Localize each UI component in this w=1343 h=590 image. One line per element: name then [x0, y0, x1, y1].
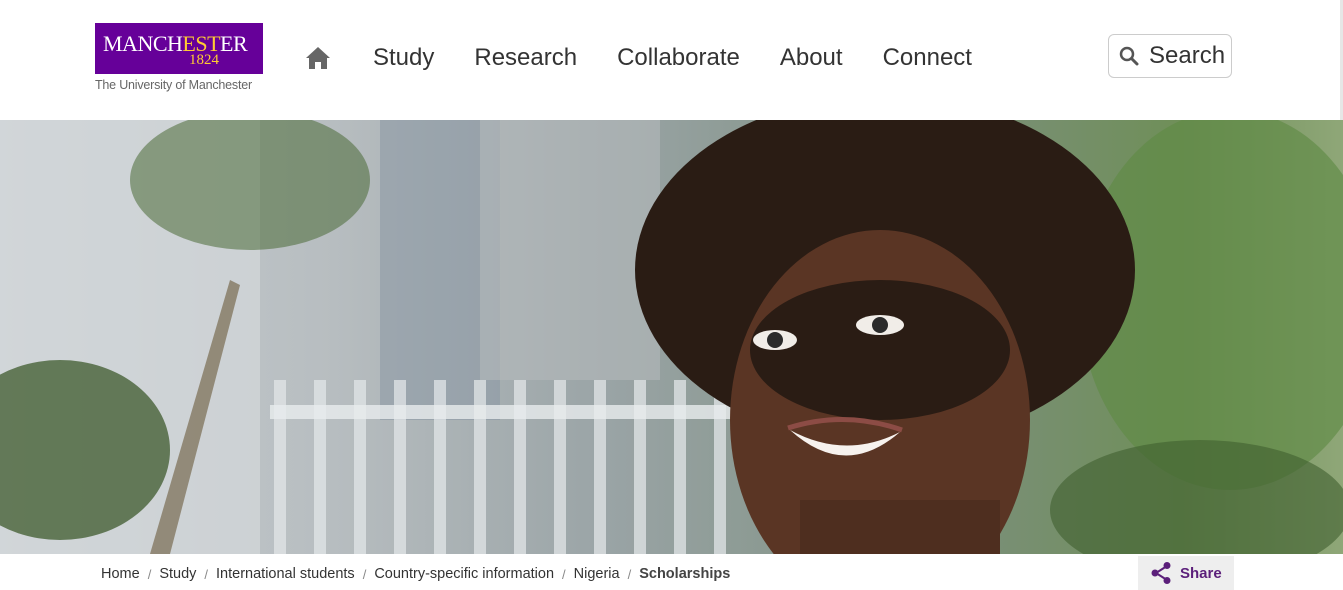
smiling-student-photo — [0, 120, 1343, 554]
nav-item-connect[interactable]: Connect — [883, 44, 972, 72]
main-nav: Study Research Collaborate About Connect — [305, 40, 1012, 76]
logo-year: 1824 — [189, 52, 219, 68]
breadcrumb-home[interactable]: Home — [101, 566, 140, 582]
nav-item-study[interactable]: Study — [373, 44, 434, 72]
breadcrumb-country-specific-information[interactable]: Country-specific information — [374, 566, 554, 582]
university-logo[interactable]: MANCHESTER 1824 The University of Manche… — [95, 23, 263, 92]
logo-word: MANCHESTER — [103, 31, 248, 56]
breadcrumb-separator: / — [627, 566, 632, 582]
home-icon[interactable] — [305, 45, 331, 71]
breadcrumb-international-students[interactable]: International students — [216, 566, 355, 582]
share-icon — [1150, 561, 1172, 585]
hero-image — [0, 120, 1343, 554]
breadcrumb-study[interactable]: Study — [159, 566, 196, 582]
breadcrumb: Home / Study / International students / … — [101, 566, 730, 582]
breadcrumb-separator: / — [147, 566, 152, 582]
nav-item-collaborate[interactable]: Collaborate — [617, 44, 740, 72]
breadcrumb-nigeria[interactable]: Nigeria — [574, 566, 620, 582]
nav-item-research[interactable]: Research — [474, 44, 577, 72]
share-button[interactable]: Share — [1138, 556, 1234, 590]
search-label: Search — [1149, 42, 1226, 69]
search-button[interactable]: Search — [1108, 34, 1232, 78]
nav-item-about[interactable]: About — [780, 44, 843, 72]
breadcrumb-separator: / — [562, 566, 566, 582]
share-label: Share — [1180, 564, 1222, 582]
logo-wordmark: MANCHESTER 1824 — [95, 23, 263, 74]
breadcrumb-separator: / — [362, 566, 367, 582]
site-header: MANCHESTER 1824 The University of Manche… — [0, 0, 1343, 120]
breadcrumb-bar: Home / Study / International students / … — [0, 554, 1343, 590]
breadcrumb-separator: / — [204, 566, 209, 582]
breadcrumb-current-scholarships: Scholarships — [639, 566, 731, 582]
search-icon — [1119, 46, 1139, 66]
logo-subtitle: The University of Manchester — [95, 78, 252, 92]
